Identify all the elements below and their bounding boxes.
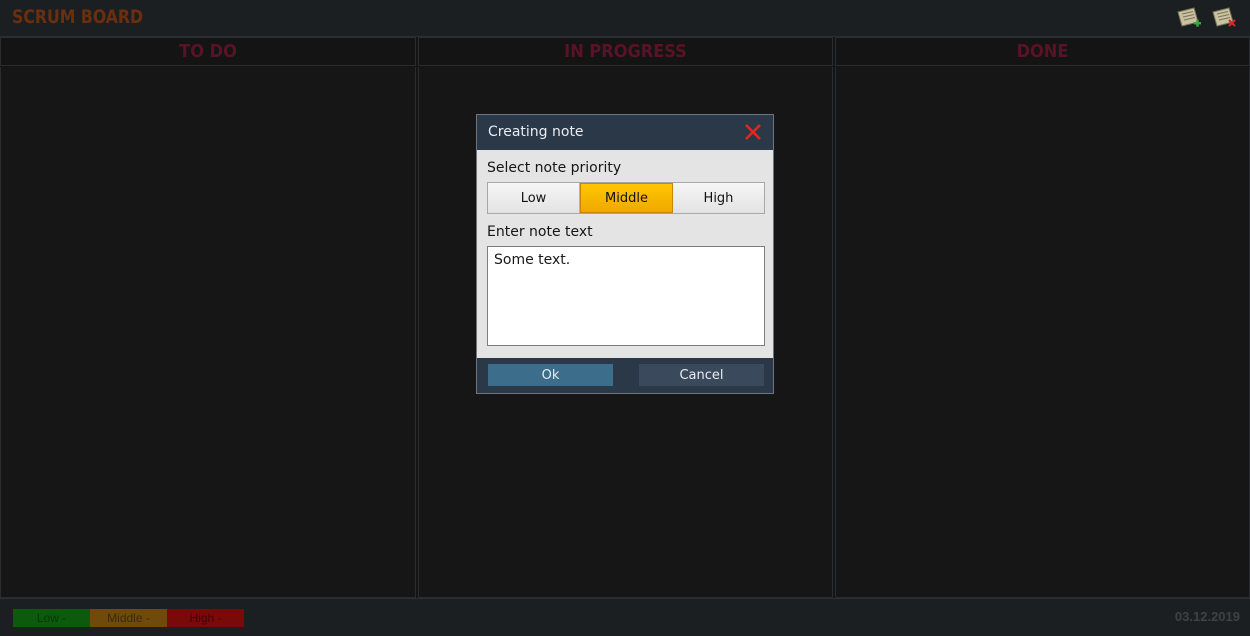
dialog-header: Creating note	[477, 115, 773, 150]
current-date: 03.12.2019	[1174, 609, 1240, 624]
add-note-button[interactable]	[1176, 6, 1202, 30]
app-title: SCRUM BOARD	[12, 6, 144, 28]
priority-high-button[interactable]: High	[673, 183, 764, 213]
note-text-label: Enter note text	[487, 224, 593, 240]
note-delete-icon	[1212, 7, 1236, 27]
legend-high: High -	[167, 609, 244, 627]
legend-middle: Middle -	[90, 609, 167, 627]
column-header-done: DONE	[835, 37, 1250, 66]
title-bar: SCRUM BOARD	[0, 0, 1250, 37]
priority-legend: Low - Middle - High -	[13, 609, 244, 627]
priority-label: Select note priority	[487, 160, 622, 176]
column-done: DONE	[835, 37, 1250, 598]
column-body-done[interactable]	[835, 67, 1250, 598]
dialog-title: Creating note	[488, 124, 584, 140]
priority-low-button[interactable]: Low	[488, 183, 580, 213]
close-icon	[745, 124, 761, 140]
status-bar: Low - Middle - High - 03.12.2019	[0, 598, 1250, 636]
delete-note-button[interactable]	[1211, 6, 1237, 30]
note-add-icon	[1177, 7, 1201, 27]
ok-button[interactable]: Ok	[488, 364, 613, 386]
priority-selector: Low Middle High	[487, 182, 765, 214]
create-note-dialog: Creating note Select note priority Low M…	[476, 114, 774, 394]
close-button[interactable]	[744, 123, 762, 141]
priority-middle-button[interactable]: Middle	[580, 183, 673, 213]
dialog-footer: Ok Cancel	[477, 358, 773, 393]
column-todo: TO DO	[0, 37, 416, 598]
column-body-todo[interactable]	[0, 67, 416, 598]
legend-low: Low -	[13, 609, 90, 627]
column-header-in-progress: IN PROGRESS	[418, 37, 833, 66]
note-text-input[interactable]: Some text.	[487, 246, 765, 346]
cancel-button[interactable]: Cancel	[639, 364, 764, 386]
column-header-todo: TO DO	[0, 37, 416, 66]
